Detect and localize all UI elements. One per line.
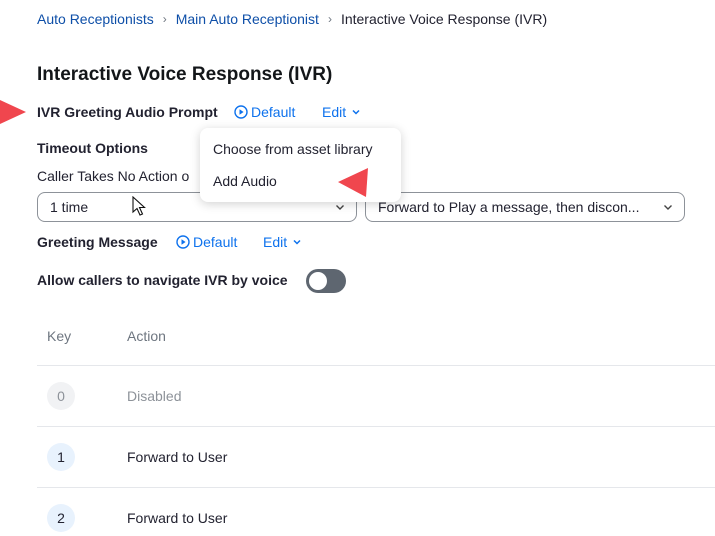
red-arrow-icon xyxy=(338,168,368,197)
table-row-action[interactable]: Forward to User xyxy=(127,510,227,526)
greeting-message-edit-button[interactable]: Edit xyxy=(263,234,302,250)
ivr-greeting-edit-label: Edit xyxy=(322,104,347,120)
red-arrow-icon xyxy=(0,100,26,124)
greeting-message-edit-label: Edit xyxy=(263,234,288,250)
greeting-message-default-label: Default xyxy=(193,234,238,250)
mouse-pointer-icon xyxy=(132,196,146,216)
greeting-message-label: Greeting Message xyxy=(37,234,158,250)
play-circle-icon xyxy=(176,235,190,249)
table-header-action: Action xyxy=(127,328,166,344)
chevron-down-icon xyxy=(336,205,344,210)
table-divider xyxy=(37,426,715,427)
greeting-message-default-audio-link[interactable]: Default xyxy=(176,234,237,250)
ivr-greeting-default-label: Default xyxy=(251,104,296,120)
breadcrumb-main-auto-receptionist[interactable]: Main Auto Receptionist xyxy=(176,11,319,27)
breadcrumb-separator-icon: › xyxy=(327,12,332,26)
caller-no-action-label: Caller Takes No Action o xyxy=(37,168,190,184)
breadcrumb-current: Interactive Voice Response (IVR) xyxy=(340,11,548,27)
breadcrumb: Auto Receptionists › Main Auto Reception… xyxy=(37,11,547,27)
table-divider xyxy=(37,365,715,366)
breadcrumb-separator-icon: › xyxy=(162,12,167,26)
chevron-down-icon xyxy=(664,205,672,210)
toggle-knob xyxy=(309,272,327,290)
key-badge: 0 xyxy=(47,382,75,410)
ivr-greeting-label: IVR Greeting Audio Prompt xyxy=(37,104,218,120)
timeout-action-value: Forward to Play a message, then discon..… xyxy=(378,199,640,215)
voice-nav-toggle[interactable] xyxy=(306,269,346,293)
table-row-action[interactable]: Disabled xyxy=(127,388,181,404)
chevron-down-icon xyxy=(293,239,301,245)
timeout-action-select[interactable]: Forward to Play a message, then discon..… xyxy=(365,192,685,222)
chevron-down-icon xyxy=(352,109,360,115)
menu-item-choose-asset-library[interactable]: Choose from asset library xyxy=(200,133,401,165)
ivr-greeting-edit-button[interactable]: Edit xyxy=(322,104,361,120)
key-badge: 1 xyxy=(47,443,75,471)
table-row-action[interactable]: Forward to User xyxy=(127,449,227,465)
play-circle-icon xyxy=(234,105,248,119)
key-badge: 2 xyxy=(47,504,75,532)
table-header-key: Key xyxy=(47,328,72,344)
page-title: Interactive Voice Response (IVR) xyxy=(37,64,333,85)
voice-nav-label: Allow callers to navigate IVR by voice xyxy=(37,272,288,288)
ivr-greeting-default-audio-link[interactable]: Default xyxy=(234,104,295,120)
table-divider xyxy=(37,487,715,488)
timeout-options-heading: Timeout Options xyxy=(37,140,148,156)
breadcrumb-auto-receptionists[interactable]: Auto Receptionists xyxy=(37,11,154,27)
